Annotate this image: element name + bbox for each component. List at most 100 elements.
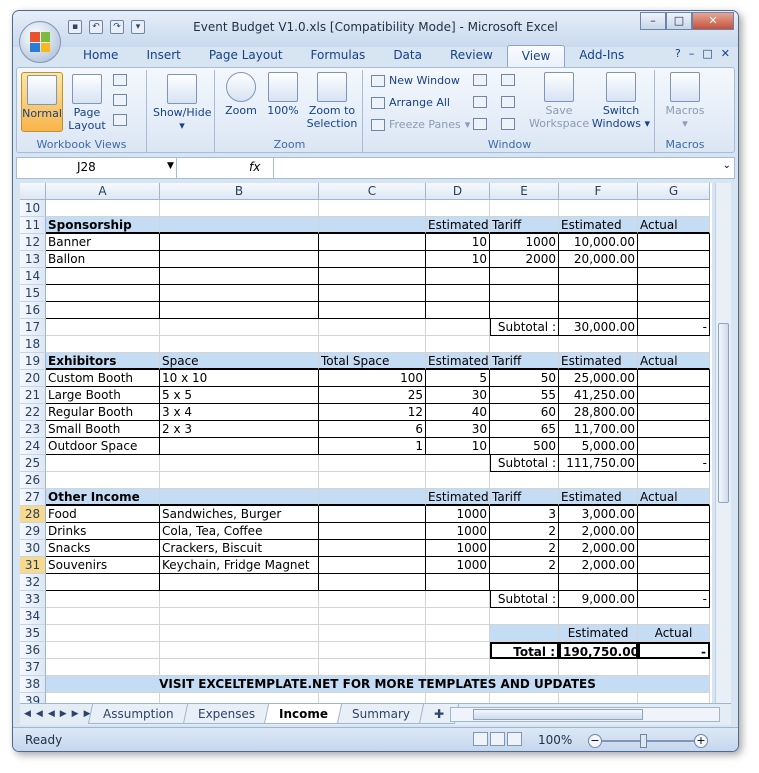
cell-f16[interactable] <box>559 302 638 319</box>
cell-d22[interactable]: 40 <box>426 404 490 421</box>
row-header[interactable]: 39 <box>20 693 46 703</box>
cell-d37[interactable] <box>426 659 490 676</box>
cell-f13[interactable]: 20,000.00 <box>559 251 638 268</box>
cell-d13[interactable]: 10 <box>426 251 490 268</box>
maximize-button[interactable]: □ <box>666 12 692 30</box>
cell-b23[interactable]: 2 x 3 <box>160 421 319 438</box>
cell-c14[interactable] <box>319 268 426 285</box>
cell-d21[interactable]: 30 <box>426 387 490 404</box>
row-header[interactable]: 33 <box>20 591 46 608</box>
cell-e15[interactable] <box>490 285 559 302</box>
cell-b36[interactable] <box>160 642 319 659</box>
cell-g24[interactable] <box>638 438 710 455</box>
cell-e27[interactable]: Tariff <box>490 489 559 506</box>
cell-e11[interactable]: Tariff <box>490 217 559 234</box>
cell-d15[interactable] <box>426 285 490 302</box>
row-header[interactable]: 19 <box>20 353 46 370</box>
cell-f33[interactable]: 9,000.00 <box>559 591 638 608</box>
reset-window-position-icon[interactable] <box>501 118 515 130</box>
cell-c20[interactable]: 100 <box>319 370 426 387</box>
cell-d14[interactable] <box>426 268 490 285</box>
row-header[interactable]: 29 <box>20 523 46 540</box>
row-header[interactable]: 30 <box>20 540 46 557</box>
cell-g28[interactable] <box>638 506 710 523</box>
sheet-tab-expenses[interactable]: Expenses <box>182 704 270 724</box>
cell-c34[interactable] <box>319 608 426 625</box>
cell-e24[interactable]: 500 <box>490 438 559 455</box>
cell-c25[interactable] <box>319 455 426 472</box>
cell-g10[interactable] <box>638 200 710 217</box>
cell-e16[interactable] <box>490 302 559 319</box>
cell-f23[interactable]: 11,700.00 <box>559 421 638 438</box>
cell-e32[interactable] <box>490 574 559 591</box>
tab-add-ins[interactable]: Add-Ins <box>565 45 638 67</box>
cell-a20[interactable]: Custom Booth <box>46 370 160 387</box>
cell-g16[interactable] <box>638 302 710 319</box>
show-hide-button[interactable]: Show/Hide ▾ <box>153 72 211 146</box>
cell-e22[interactable]: 60 <box>490 404 559 421</box>
cell-b32[interactable] <box>160 574 319 591</box>
cell-f32[interactable] <box>559 574 638 591</box>
cell-g26[interactable] <box>638 472 710 489</box>
sheet-tab-summary[interactable]: Summary <box>336 704 425 724</box>
cell-g30[interactable] <box>638 540 710 557</box>
cell-d23[interactable]: 30 <box>426 421 490 438</box>
cell-e17[interactable]: Subtotal : <box>490 319 559 336</box>
fx-icon[interactable]: fx <box>249 160 260 174</box>
row-header[interactable]: 18 <box>20 336 46 353</box>
cell-c27[interactable] <box>319 489 426 506</box>
cell-a13[interactable]: Ballon <box>46 251 160 268</box>
cell-g14[interactable] <box>638 268 710 285</box>
redo-icon[interactable]: ↷ <box>110 20 124 34</box>
cell-f10[interactable] <box>559 200 638 217</box>
cell-b27[interactable] <box>160 489 319 506</box>
tab-formulas[interactable]: Formulas <box>297 45 380 67</box>
cell-g12[interactable] <box>638 234 710 251</box>
cell-b39[interactable] <box>160 693 319 703</box>
cell-e34[interactable] <box>490 608 559 625</box>
cell-c37[interactable] <box>319 659 426 676</box>
cell-a21[interactable]: Large Booth <box>46 387 160 404</box>
cell-d27[interactable]: Estimated <box>426 489 490 506</box>
cell-a30[interactable]: Snacks <box>46 540 160 557</box>
tab-review[interactable]: Review <box>436 45 507 67</box>
cell-c13[interactable] <box>319 251 426 268</box>
cell-a31[interactable]: Souvenirs <box>46 557 160 574</box>
cell-f29[interactable]: 2,000.00 <box>559 523 638 540</box>
cell-e12[interactable]: 1000 <box>490 234 559 251</box>
cell-c17[interactable] <box>319 319 426 336</box>
zoom-100-button[interactable]: 100% <box>265 72 301 117</box>
row-header[interactable]: 13 <box>20 251 46 268</box>
cell-f34[interactable] <box>559 608 638 625</box>
cell-g21[interactable] <box>638 387 710 404</box>
hide-window-icon[interactable] <box>473 96 487 108</box>
cell-d36[interactable] <box>426 642 490 659</box>
vertical-scrollbar[interactable] <box>715 183 731 703</box>
normal-view-button[interactable]: Normal <box>21 72 63 132</box>
cell-a36[interactable] <box>46 642 160 659</box>
page-layout-view-button[interactable]: Page Layout <box>67 72 107 132</box>
row-header[interactable]: 12 <box>20 234 46 251</box>
cell-b33[interactable] <box>160 591 319 608</box>
cell-e10[interactable] <box>490 200 559 217</box>
cell-a18[interactable] <box>46 336 160 353</box>
cell-b37[interactable] <box>160 659 319 676</box>
row-header[interactable]: 27 <box>20 489 46 506</box>
zoom-to-selection-button[interactable]: Zoom to Selection <box>305 72 359 130</box>
cell-f30[interactable]: 2,000.00 <box>559 540 638 557</box>
row-header[interactable]: 28 <box>20 506 46 523</box>
cell-f27[interactable]: Estimated <box>559 489 638 506</box>
cell-c28[interactable] <box>319 506 426 523</box>
tab-data[interactable]: Data <box>379 45 436 67</box>
cell-b20[interactable]: 10 x 10 <box>160 370 319 387</box>
cell-g29[interactable] <box>638 523 710 540</box>
cell-b28[interactable]: Sandwiches, Burger <box>160 506 319 523</box>
cell-a14[interactable] <box>46 268 160 285</box>
tab-home[interactable]: Home <box>69 45 132 67</box>
zoom-slider-knob[interactable] <box>640 734 647 748</box>
cell-b14[interactable] <box>160 268 319 285</box>
cell-f24[interactable]: 5,000.00 <box>559 438 638 455</box>
cell-e21[interactable]: 55 <box>490 387 559 404</box>
sheet-nav-icons[interactable]: ◀◀◀▶▶▶ <box>24 709 96 719</box>
cell-f31[interactable]: 2,000.00 <box>559 557 638 574</box>
